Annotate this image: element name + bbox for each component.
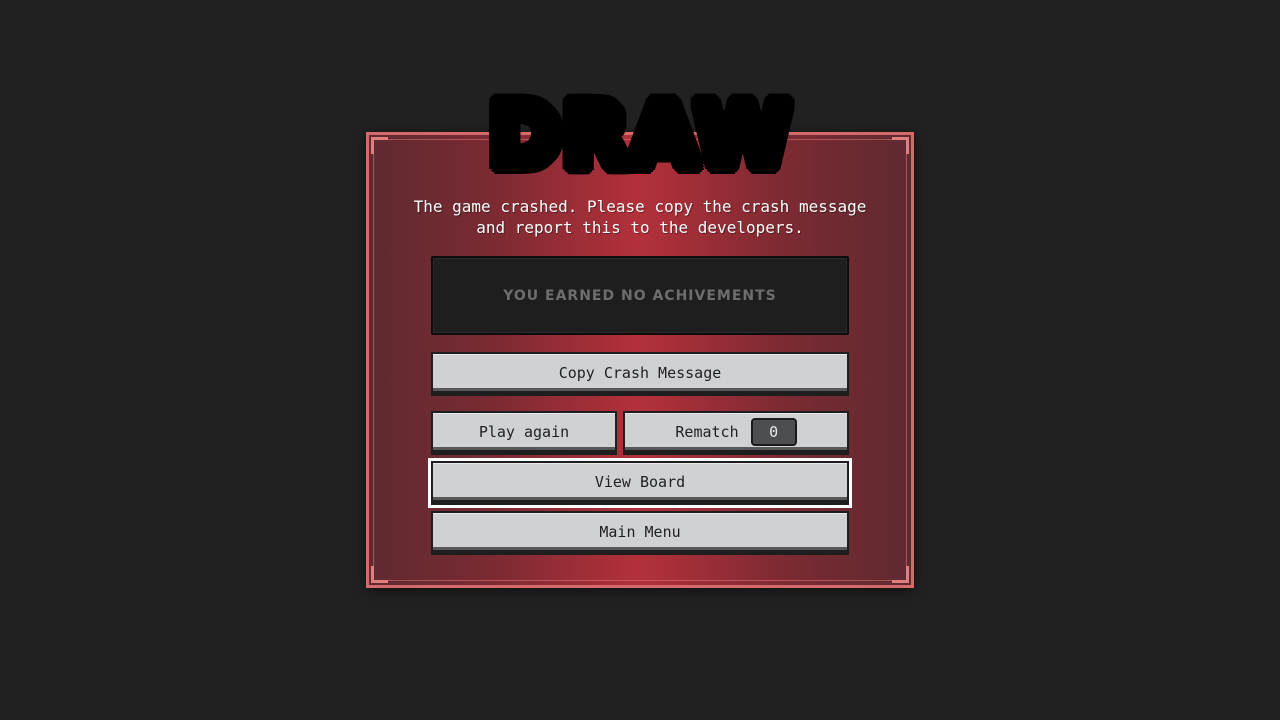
result-title: DRAW — [488, 84, 792, 184]
achievements-box: YOU EARNED NO ACHIVEMENTS — [431, 256, 849, 335]
corner-ornament-bottom-left — [371, 566, 388, 583]
view-board-button[interactable]: View Board — [428, 458, 852, 508]
game-over-screen: DRAW The game crashed. Please copy the c… — [0, 0, 1280, 720]
corner-ornament-top-left — [371, 137, 388, 154]
rematch-label: Rematch — [675, 422, 739, 441]
rematch-count-badge: 0 — [750, 417, 797, 446]
copy-crash-message-button[interactable]: Copy Crash Message — [431, 352, 849, 396]
copy-crash-message-label: Copy Crash Message — [558, 363, 722, 382]
corner-ornament-top-right — [892, 137, 909, 154]
main-menu-label: Main Menu — [599, 522, 681, 541]
main-menu-button[interactable]: Main Menu — [431, 511, 849, 555]
corner-ornament-bottom-right — [892, 566, 909, 583]
achievements-text: YOU EARNED NO ACHIVEMENTS — [503, 287, 777, 304]
play-again-button[interactable]: Play again — [431, 411, 617, 455]
crash-message-text: The game crashed. Please copy the crash … — [413, 197, 867, 237]
view-board-label: View Board — [594, 472, 686, 491]
play-again-label: Play again — [478, 422, 570, 441]
rematch-button[interactable]: Rematch 0 — [623, 411, 849, 455]
